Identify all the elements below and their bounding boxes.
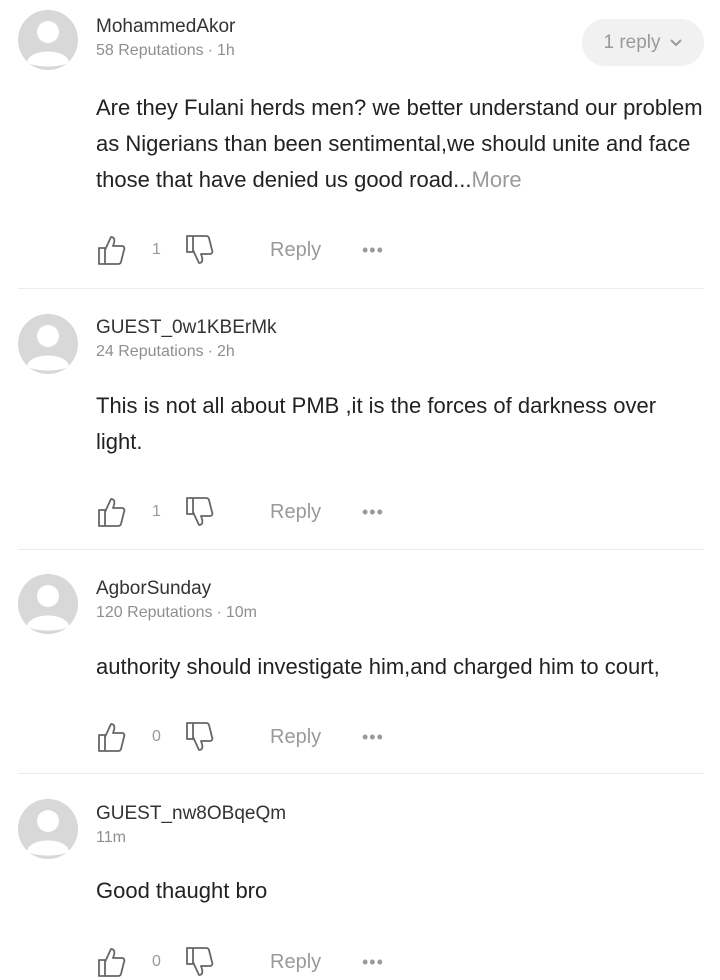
comment-username[interactable]: GUEST_nw8OBqeQm — [96, 803, 286, 825]
more-options-button[interactable]: ••• — [362, 494, 384, 530]
more-options-button[interactable]: ••• — [362, 719, 384, 755]
thumbs-down-icon[interactable] — [184, 944, 214, 980]
reply-button[interactable]: Reply — [270, 494, 321, 530]
comment-time: 11m — [96, 829, 126, 846]
view-replies-button[interactable]: 1 reply — [582, 19, 704, 66]
reputation-count: 24 Reputations — [96, 343, 204, 360]
comment-meta: 24 Reputations · 2h — [96, 343, 235, 361]
chevron-down-icon — [669, 32, 683, 54]
comment-text: This is not all about PMB ,it is the for… — [96, 393, 657, 454]
thumbs-down-icon[interactable] — [184, 494, 214, 530]
thumbs-up-icon[interactable] — [96, 719, 126, 755]
comment-body: authority should investigate him,and cha… — [96, 649, 708, 685]
comment-divider — [18, 288, 704, 289]
comment-body: Good thaught bro — [96, 873, 708, 909]
comment-body: Are they Fulani herds men? we better und… — [96, 90, 708, 198]
comment-meta: 58 Reputations · 1h — [96, 42, 235, 60]
reply-button[interactable]: Reply — [270, 944, 321, 980]
user-avatar-icon[interactable] — [18, 574, 78, 634]
reputation-count: 120 Reputations — [96, 604, 213, 621]
thumbs-up-icon[interactable] — [96, 494, 126, 530]
comment-actions: 0 Reply ••• — [96, 719, 496, 755]
meta-separator: · — [207, 42, 213, 59]
comment-meta: 11m — [96, 829, 126, 847]
user-avatar-icon[interactable] — [18, 10, 78, 70]
replies-count-label: 1 reply — [603, 31, 661, 53]
meta-separator: · — [207, 343, 213, 360]
comment-username[interactable]: GUEST_0w1KBErMk — [96, 317, 277, 339]
like-count: 1 — [152, 241, 161, 258]
comment-divider — [18, 549, 704, 550]
more-options-button[interactable]: ••• — [362, 232, 384, 268]
comment-username[interactable]: MohammedAkor — [96, 16, 235, 38]
comment-time: 2h — [216, 343, 235, 360]
comment-text: Are they Fulani herds men? we better und… — [96, 95, 703, 192]
comment-time: 1h — [216, 42, 235, 59]
meta-separator: · — [216, 604, 222, 621]
comment-time: 10m — [225, 604, 257, 621]
thumbs-down-icon[interactable] — [184, 719, 214, 755]
user-avatar-icon[interactable] — [18, 314, 78, 374]
comment-username[interactable]: AgborSunday — [96, 578, 211, 600]
comment-meta: 120 Reputations · 10m — [96, 604, 257, 622]
thumbs-up-icon[interactable] — [96, 232, 126, 268]
reply-button[interactable]: Reply — [270, 232, 321, 268]
reputation-count: 58 Reputations — [96, 42, 204, 59]
reply-button[interactable]: Reply — [270, 719, 321, 755]
thumbs-down-icon[interactable] — [184, 232, 214, 268]
comment-actions: 1 Reply ••• — [96, 232, 496, 268]
comment-actions: 1 Reply ••• — [96, 494, 496, 530]
comment-body: This is not all about PMB ,it is the for… — [96, 388, 708, 460]
comment-actions: 0 Reply ••• — [96, 944, 496, 980]
user-avatar-icon[interactable] — [18, 799, 78, 859]
comment-text: Good thaught bro — [96, 878, 268, 903]
read-more-link[interactable]: More — [472, 167, 522, 192]
like-count: 1 — [152, 503, 161, 520]
comment-divider — [18, 773, 704, 774]
like-count: 0 — [152, 728, 161, 745]
thumbs-up-icon[interactable] — [96, 944, 126, 980]
more-options-button[interactable]: ••• — [362, 944, 384, 980]
like-count: 0 — [152, 953, 161, 970]
comment-text: authority should investigate him,and cha… — [96, 654, 660, 679]
